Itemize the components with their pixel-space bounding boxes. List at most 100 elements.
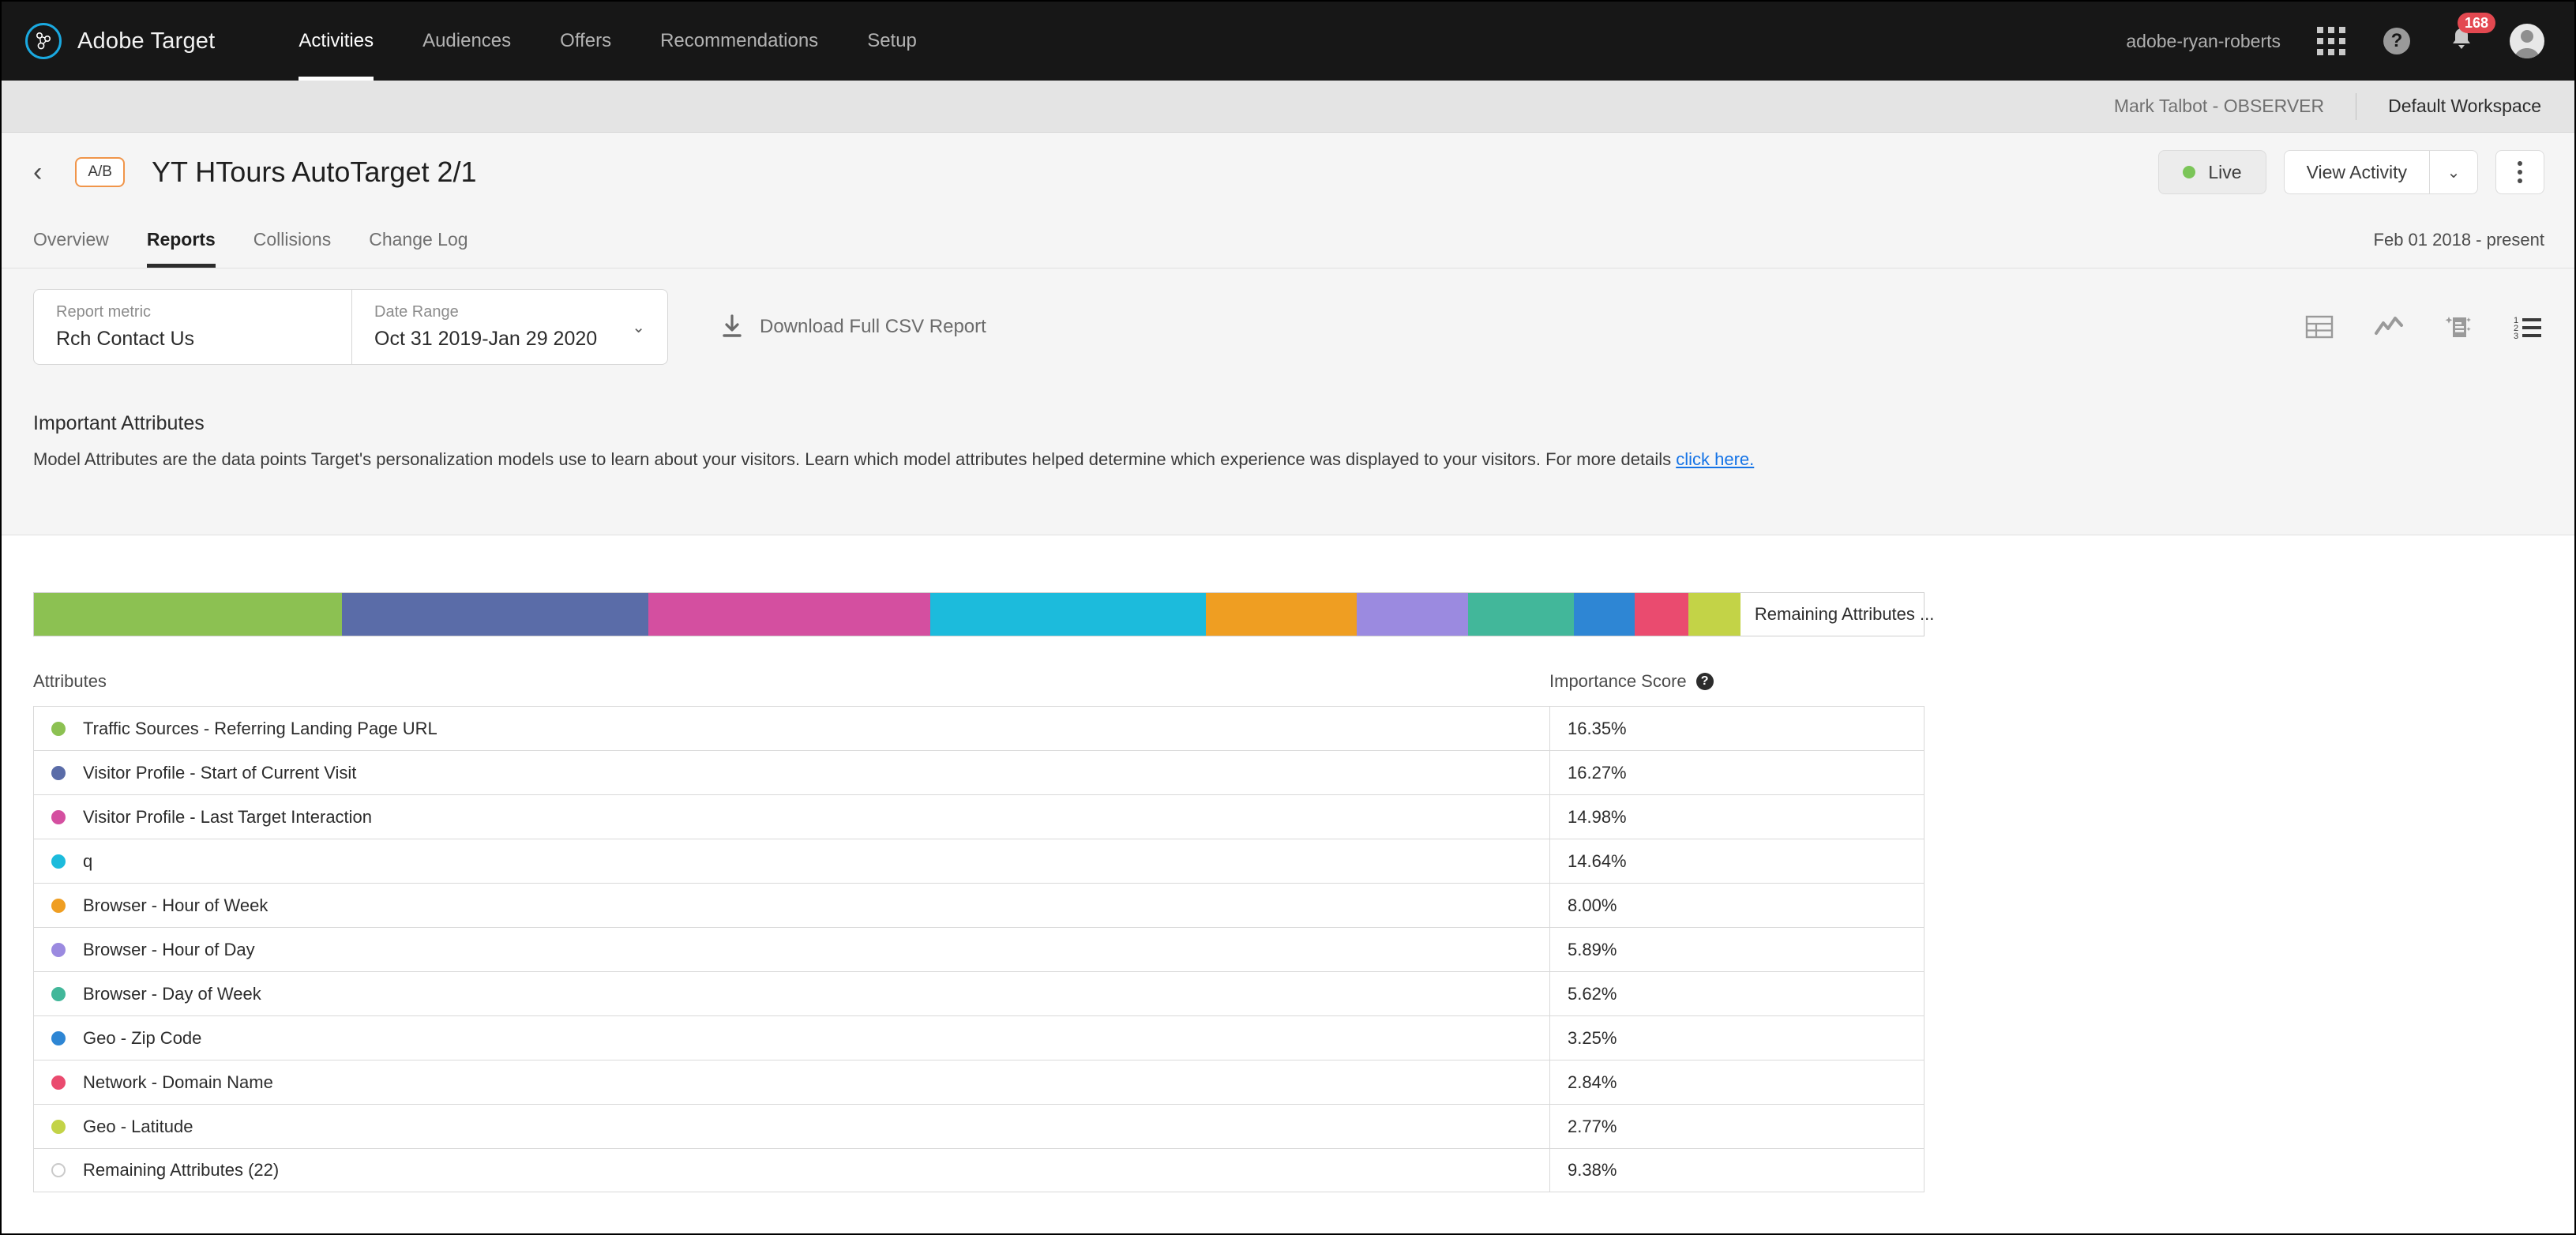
column-header-importance-score: Importance Score ? — [1549, 671, 1714, 692]
download-csv-button[interactable]: Download Full CSV Report — [720, 314, 986, 340]
tab-reports[interactable]: Reports — [147, 212, 216, 268]
app-switcher-icon[interactable] — [2317, 27, 2345, 55]
cell-attribute: Visitor Profile - Start of Current Visit — [34, 751, 1550, 794]
attribute-name: Visitor Profile - Start of Current Visit — [83, 763, 356, 783]
view-activity-button[interactable]: View Activity — [2284, 150, 2429, 194]
report-metric-label: Report metric — [56, 303, 329, 321]
bar-segment[interactable] — [1357, 593, 1467, 636]
avatar[interactable] — [2510, 24, 2544, 58]
date-range-value: Oct 31 2019-Jan 29 2020 — [374, 328, 597, 351]
legend-dot-icon — [51, 810, 66, 824]
nav-item-audiences[interactable]: Audiences — [422, 2, 511, 81]
column-header-importance-score-label: Importance Score — [1549, 671, 1687, 692]
cell-attribute: Geo - Latitude — [34, 1105, 1550, 1148]
table-view-icon[interactable] — [2303, 310, 2336, 343]
table-row[interactable]: Geo - Zip Code 3.25% — [33, 1015, 1924, 1060]
status-label: Live — [2208, 162, 2241, 183]
activity-actions: Live View Activity ⌄ — [2158, 150, 2544, 194]
bar-segment[interactable] — [1206, 593, 1357, 636]
cell-attribute: Traffic Sources - Referring Landing Page… — [34, 707, 1550, 750]
attribute-name: q — [83, 851, 92, 872]
help-icon[interactable]: ? — [2383, 28, 2410, 54]
bar-segment[interactable] — [342, 593, 648, 636]
bar-segment[interactable] — [1688, 593, 1740, 636]
bar-segment[interactable] — [34, 593, 342, 636]
attributes-report: Remaining Attributes ... Attributes Impo… — [2, 535, 2574, 1192]
line-chart-view-icon[interactable] — [2372, 310, 2405, 343]
bar-segment[interactable] — [1574, 593, 1635, 636]
nav-item-recommendations[interactable]: Recommendations — [660, 2, 818, 81]
legend-dot-icon — [51, 1075, 66, 1090]
cell-attribute: Browser - Day of Week — [34, 972, 1550, 1015]
attribute-name: Network - Domain Name — [83, 1072, 273, 1093]
cell-importance-score: 14.64% — [1550, 839, 1924, 883]
report-metric-value: Rch Contact Us — [56, 328, 329, 351]
info-body-text: Model Attributes are the data points Tar… — [33, 449, 1676, 469]
page-title: YT HTours AutoTarget 2/1 — [152, 156, 477, 189]
report-controls: Report metric Rch Contact Us Date Range … — [2, 268, 2574, 385]
important-attributes-view-icon[interactable]: 1 2 3 — [2511, 310, 2544, 343]
table-header: Attributes Importance Score ? — [33, 671, 1924, 706]
cell-importance-score: 9.38% — [1550, 1149, 1924, 1192]
report-metric-select[interactable]: Report metric Rch Contact Us — [33, 289, 352, 365]
nav-item-setup[interactable]: Setup — [867, 2, 917, 81]
cell-attribute: Browser - Hour of Day — [34, 928, 1550, 971]
chevron-down-icon[interactable]: ⌄ — [632, 317, 645, 337]
table-row[interactable]: Visitor Profile - Start of Current Visit… — [33, 750, 1924, 794]
cell-importance-score: 14.98% — [1550, 795, 1924, 839]
table-row[interactable]: q 14.64% — [33, 839, 1924, 883]
cell-importance-score: 3.25% — [1550, 1016, 1924, 1060]
help-tooltip-icon[interactable]: ? — [1696, 673, 1714, 690]
nav-item-activities[interactable]: Activities — [299, 2, 374, 81]
date-range-select[interactable]: Date Range Oct 31 2019-Jan 29 2020 ⌄ — [352, 289, 668, 365]
tab-overview[interactable]: Overview — [33, 212, 109, 268]
legend-dot-icon — [51, 1163, 66, 1177]
tenant-name: adobe-ryan-roberts — [2126, 31, 2281, 52]
download-csv-label: Download Full CSV Report — [760, 316, 986, 338]
cell-attribute: Browser - Hour of Week — [34, 884, 1550, 927]
cell-importance-score: 2.84% — [1550, 1060, 1924, 1104]
chevron-down-icon[interactable]: ⌄ — [2429, 150, 2478, 194]
table-row[interactable]: Remaining Attributes (22) 9.38% — [33, 1148, 1924, 1192]
legend-dot-icon — [51, 899, 66, 913]
table-row[interactable]: Browser - Hour of Day 5.89% — [33, 927, 1924, 971]
bar-remaining-attributes-label: Remaining Attributes ... — [1740, 593, 1924, 636]
personalization-insights-view-icon[interactable] — [2442, 310, 2475, 343]
legend-dot-icon — [51, 722, 66, 736]
more-options-button[interactable] — [2495, 150, 2544, 194]
bar-segment[interactable] — [1468, 593, 1574, 636]
tab-collisions[interactable]: Collisions — [253, 212, 331, 268]
primary-nav: Activities Audiences Offers Recommendati… — [299, 2, 966, 81]
workspace-selector[interactable]: Default Workspace — [2388, 96, 2541, 117]
table-row[interactable]: Network - Domain Name 2.84% — [33, 1060, 1924, 1104]
attribute-name: Browser - Hour of Day — [83, 940, 255, 960]
cell-importance-score: 5.89% — [1550, 928, 1924, 971]
table-row[interactable]: Geo - Latitude2.77% — [33, 1104, 1924, 1148]
legend-dot-icon — [51, 987, 66, 1001]
activity-tabs: Overview Reports Collisions Change Log F… — [2, 212, 2574, 268]
info-heading: Important Attributes — [33, 412, 2543, 435]
attribute-name: Traffic Sources - Referring Landing Page… — [83, 719, 437, 739]
info-link[interactable]: click here. — [1676, 449, 1754, 469]
app-window: Adobe Target Activities Audiences Offers… — [0, 0, 2576, 1235]
activity-title-bar: ‹ A/B YT HTours AutoTarget 2/1 Live View… — [2, 133, 2574, 212]
status-badge[interactable]: Live — [2158, 150, 2266, 194]
table-row[interactable]: Traffic Sources - Referring Landing Page… — [33, 706, 1924, 750]
legend-dot-icon — [51, 1031, 66, 1045]
bar-segment[interactable] — [648, 593, 930, 636]
download-icon — [720, 314, 744, 340]
table-row[interactable]: Browser - Day of Week5.62% — [33, 971, 1924, 1015]
bar-segment[interactable] — [930, 593, 1206, 636]
table-row[interactable]: Browser - Hour of Week8.00% — [33, 883, 1924, 927]
brand[interactable]: Adobe Target — [25, 23, 215, 59]
attribute-name: Geo - Zip Code — [83, 1028, 201, 1049]
table-row[interactable]: Visitor Profile - Last Target Interactio… — [33, 794, 1924, 839]
nav-item-offers[interactable]: Offers — [560, 2, 611, 81]
cell-importance-score: 2.77% — [1550, 1105, 1924, 1148]
attribute-name: Remaining Attributes (22) — [83, 1160, 279, 1181]
tab-change-log[interactable]: Change Log — [369, 212, 468, 268]
notifications-button[interactable]: 168 — [2448, 25, 2475, 58]
adobe-target-logo-icon — [25, 23, 62, 59]
bar-segment[interactable] — [1635, 593, 1688, 636]
back-icon[interactable]: ‹ — [33, 159, 42, 186]
